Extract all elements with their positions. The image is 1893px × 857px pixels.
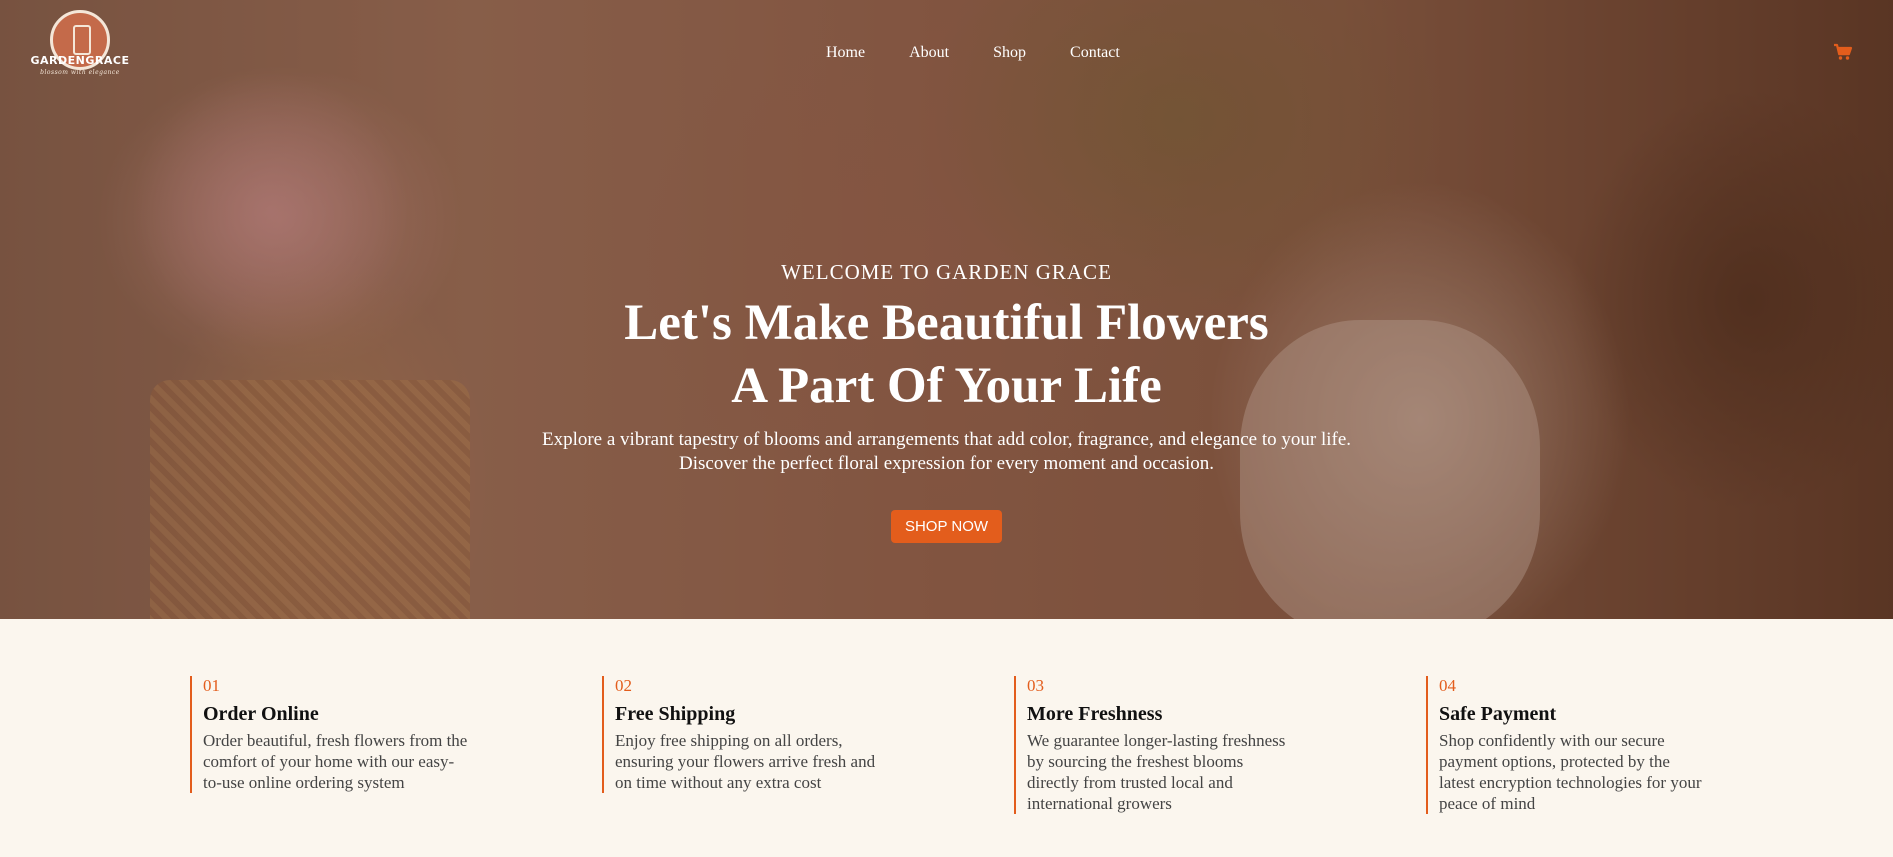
- nav-item-contact[interactable]: Contact: [1070, 44, 1120, 62]
- feature-text: Enjoy free shipping on all orders, ensur…: [615, 731, 876, 792]
- feature-safe-payment: 04 Safe Payment Shop confidently with ou…: [1426, 676, 1726, 814]
- hero-headline: Let's Make Beautiful Flowers A Part Of Y…: [0, 292, 1893, 418]
- nav-item-shop[interactable]: Shop: [993, 44, 1026, 62]
- brand-name: GARDENGRACE: [30, 54, 130, 67]
- brand-tagline: blossom with elegance: [40, 69, 120, 76]
- hero-subtext-line1: Explore a vibrant tapestry of blooms and…: [541, 429, 1352, 450]
- feature-order-online: 01 Order Online Order beautiful, fresh f…: [190, 676, 490, 793]
- main-nav: Home About Shop Contact: [826, 44, 1120, 62]
- feature-text: Shop confidently with our secure payment…: [1439, 731, 1702, 813]
- feature-number: 03: [1027, 676, 1044, 695]
- hero-eyebrow: WELCOME TO GARDEN GRACE: [781, 260, 1112, 284]
- feature-text: Order beautiful, fresh flowers from the …: [203, 731, 468, 792]
- nav-item-about[interactable]: About: [909, 44, 949, 62]
- shop-now-button[interactable]: SHOP NOW: [890, 510, 1003, 543]
- shopping-cart-icon[interactable]: [1833, 42, 1853, 62]
- hero-subtext-line2: Discover the perfect floral expression f…: [679, 453, 1214, 474]
- hero-subtext: Explore a vibrant tapestry of blooms and…: [0, 428, 1893, 476]
- hero-section: GARDENGRACE blossom with elegance Home A…: [0, 0, 1893, 619]
- brand-logo[interactable]: GARDENGRACE blossom with elegance: [30, 10, 130, 98]
- nav-item-home[interactable]: Home: [826, 44, 865, 62]
- feature-title: Order Online: [203, 703, 319, 725]
- feature-number: 02: [615, 676, 632, 695]
- feature-free-shipping: 02 Free Shipping Enjoy free shipping on …: [602, 676, 902, 793]
- hero-headline-line2: A Part Of Your Life: [731, 358, 1162, 414]
- hero-headline-line1: Let's Make Beautiful Flowers: [624, 295, 1269, 351]
- feature-number: 04: [1439, 676, 1456, 695]
- feature-more-freshness: 03 More Freshness We guarantee longer-la…: [1014, 676, 1314, 814]
- feature-title: Free Shipping: [615, 703, 736, 725]
- feature-title: Safe Payment: [1439, 703, 1557, 725]
- hero-content: WELCOME TO GARDEN GRACE Let's Make Beaut…: [0, 258, 1893, 543]
- feature-title: More Freshness: [1027, 703, 1163, 725]
- feature-text: We guarantee longer-lasting freshness by…: [1027, 731, 1286, 813]
- feature-number: 01: [203, 676, 220, 695]
